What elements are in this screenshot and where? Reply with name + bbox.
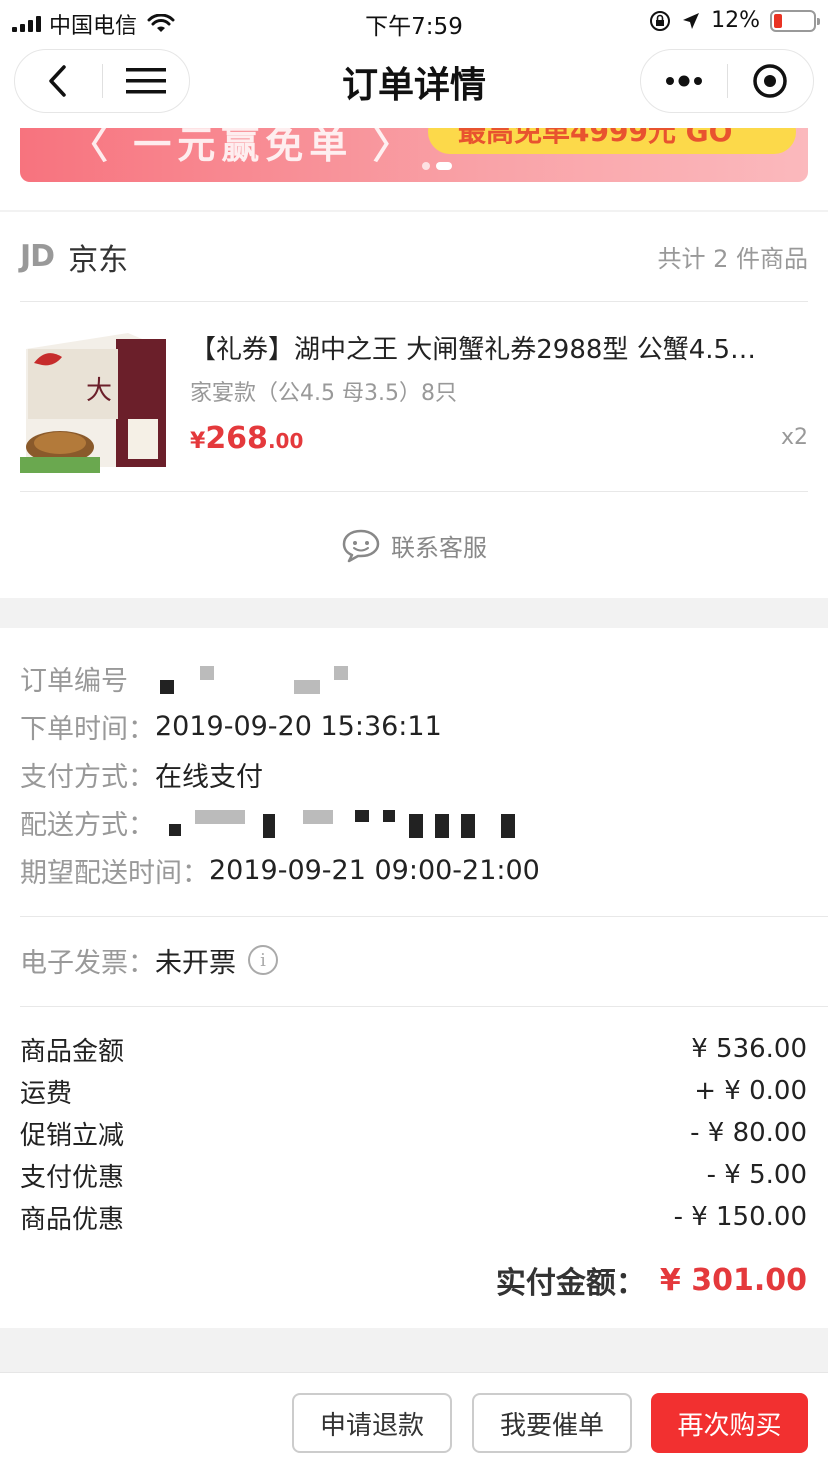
amount-value: - ¥ 150.00 [673,1202,807,1232]
shop-header[interactable]: JD 京东 共计 2 件商品 [20,212,808,302]
rotation-lock-icon [650,10,671,31]
info-icon[interactable]: i [248,945,278,975]
order-time-label: 下单时间： [20,713,155,745]
refund-button[interactable]: 申请退款 [292,1393,452,1453]
jd-logo: JD [20,239,55,274]
shop-name: 京东 [68,242,129,278]
nav-bar: 订单详情 [0,40,828,128]
invoice-row: 电子发票： 未开票 i [20,940,278,980]
delivery-method-row: 配送方式： [20,802,535,842]
product-title: 【礼券】湖中之王 大闸蟹礼券2988型 公蟹4.5… [190,335,757,365]
order-time-value: 2019-09-20 15:36:11 [155,710,442,742]
amount-row-shipping: 运费 + ¥ 0.00 [20,1073,807,1109]
invoice-label: 电子发票： [20,947,155,979]
promo-banner[interactable]: 〈 一元赢免单 〉 最高免单4999元 GO [20,128,808,182]
product-price: ¥268.00 [190,421,304,456]
total-row: 实付金额： ¥ 301.00 [496,1258,807,1302]
amount-value: - ¥ 5.00 [706,1160,807,1190]
order-time-row: 下单时间： 2019-09-20 15:36:11 [20,706,442,746]
location-arrow-icon [683,12,700,29]
banner-section: 〈 一元赢免单 〉 最高免单4999元 GO [0,128,828,210]
item-count: 共计 2 件商品 [657,245,808,273]
product-spec: 家宴款（公4.5 母3.5）8只 [190,381,457,406]
delivery-method-redacted [155,802,535,842]
target-close-icon [753,64,787,98]
amount-row-promotion: 促销立减 - ¥ 80.00 [20,1115,807,1151]
contact-service-button[interactable]: 联系客服 [0,493,828,598]
pay-method-label: 支付方式： [20,761,155,793]
amount-label: 运费 [20,1078,73,1109]
battery-percent: 12% [711,8,760,33]
expected-delivery-label: 期望配送时间： [20,857,209,889]
banner-pager [422,162,452,170]
divider [20,916,828,917]
urge-order-button[interactable]: 我要催单 [472,1393,632,1453]
delivery-method-label: 配送方式： [20,809,155,841]
order-number-row: 订单编号 [20,658,378,698]
amount-value: - ¥ 80.00 [690,1118,807,1148]
bottom-action-bar: 申请退款 我要催单 再次购买 [0,1372,828,1472]
expected-delivery-row: 期望配送时间： 2019-09-21 09:00-21:00 [20,850,540,890]
amount-label: 促销立减 [20,1120,125,1151]
status-bar: 中国电信 下午7:59 12% [0,0,828,40]
amount-label: 支付优惠 [20,1162,125,1193]
amount-label: 商品金额 [20,1036,125,1067]
rebuy-button[interactable]: 再次购买 [651,1393,808,1453]
pay-method-row: 支付方式： 在线支付 [20,754,263,794]
more-button[interactable] [641,49,727,113]
pay-method-value: 在线支付 [155,761,263,793]
battery-icon [770,9,820,32]
order-number-label: 订单编号 [20,665,128,697]
product-quantity: x2 [780,425,808,450]
order-info-section: 订单编号 下单时间： 2019-09-20 15:36:11 支付方式： 在线支… [0,628,828,1328]
product-thumbnail-image: 大 [20,329,168,473]
status-right: 12% [649,8,820,33]
customer-service-chat-icon [342,529,380,562]
amount-value: + ¥ 0.00 [694,1076,807,1106]
order-number-redacted [148,658,378,698]
invoice-value: 未开票 [155,947,236,979]
amount-row-payment-discount: 支付优惠 - ¥ 5.00 [20,1157,807,1193]
divider [20,1006,828,1007]
amount-value: ¥ 536.00 [691,1034,807,1064]
banner-pill: 最高免单4999元 GO [428,128,796,154]
svg-text:大: 大 [86,376,112,406]
shop-section: JD 京东 共计 2 件商品 大 【礼券】湖中之王 大闸蟹礼券2988型 公蟹4… [0,212,828,598]
amount-row-goods-discount: 商品优惠 - ¥ 150.00 [20,1199,807,1235]
more-dots-icon [665,75,702,87]
product-item[interactable]: 大 【礼券】湖中之王 大闸蟹礼券2988型 公蟹4.5… 家宴款（公4.5 母3… [20,303,808,492]
nav-right-capsule [640,49,814,113]
close-miniprogram-button[interactable] [728,49,814,113]
total-value: ¥ 301.00 [659,1262,807,1298]
total-label: 实付金额： [495,1266,646,1301]
expected-delivery-value: 2019-09-21 09:00-21:00 [209,854,540,886]
contact-service-label: 联系客服 [391,534,487,562]
amount-row-goods: 商品金额 ¥ 536.00 [20,1031,807,1067]
banner-left-text: 〈 一元赢免单 〉 [70,128,417,167]
amount-label: 商品优惠 [20,1204,125,1235]
